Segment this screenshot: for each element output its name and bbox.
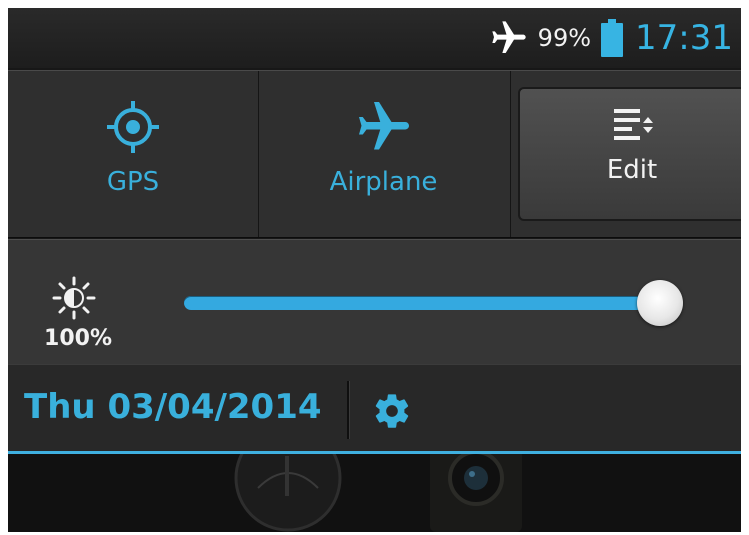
date-divider xyxy=(347,381,349,439)
brightness-slider-track[interactable] xyxy=(184,296,660,310)
airplane-mode-icon xyxy=(492,21,526,53)
gps-label: GPS xyxy=(106,167,160,197)
status-icons: 99% 17:31 xyxy=(486,8,733,68)
gps-toggle[interactable]: GPS xyxy=(8,71,258,237)
app-icon xyxy=(234,454,342,532)
airplane-toggle[interactable]: Airplane xyxy=(259,71,508,237)
edit-button[interactable]: Edit xyxy=(518,87,741,221)
battery-icon xyxy=(601,19,624,57)
tile-divider xyxy=(510,71,511,237)
brightness-panel: 100% xyxy=(8,239,741,364)
gear-icon[interactable] xyxy=(372,391,412,431)
status-bar: 99% 17:31 xyxy=(8,8,741,68)
edit-list-sort-icon xyxy=(614,109,653,140)
quick-settings-panel: GPS Airplane Edit xyxy=(8,70,741,238)
clock: 17:31 xyxy=(635,18,733,58)
airplane-icon xyxy=(358,102,409,150)
airplane-label: Airplane xyxy=(329,167,438,197)
home-screen-background xyxy=(8,454,741,532)
notification-shade: 99% 17:31 GPS Airplane Edit 100% Thu 03/… xyxy=(8,8,741,532)
app-icon xyxy=(430,454,522,532)
brightness-value: 100% xyxy=(44,326,112,351)
battery-percent: 99% xyxy=(537,24,592,52)
brightness-sun-icon[interactable] xyxy=(52,276,96,320)
gps-target-icon xyxy=(107,101,159,153)
date-text[interactable]: Thu 03/04/2014 xyxy=(24,387,322,427)
edit-label: Edit xyxy=(606,155,658,185)
brightness-slider-thumb[interactable] xyxy=(637,280,683,326)
date-row: Thu 03/04/2014 xyxy=(8,364,741,453)
